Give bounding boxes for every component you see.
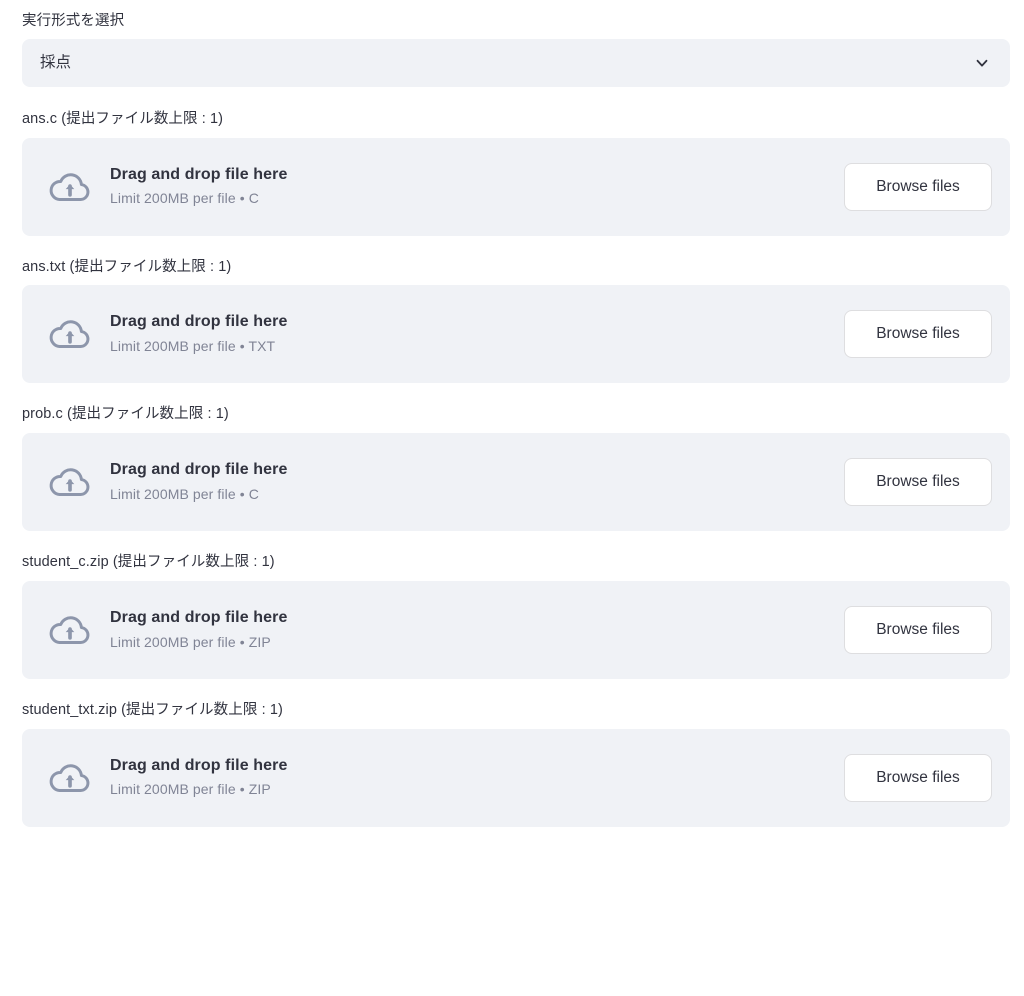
file-dropzone[interactable]: Drag and drop file here Limit 200MB per … [22,433,1010,531]
file-uploader-label: ans.txt (提出ファイル数上限 : 1) [22,258,232,275]
file-uploader-list: ans.c (提出ファイル数上限 : 1) Drag and drop file… [0,109,1024,848]
dropzone-limit-text: Limit 200MB per file • ZIP [110,633,271,650]
dropzone-limit-text: Limit 200MB per file • C [110,485,259,502]
dropzone-title: Drag and drop file here [110,756,288,774]
dropzone-title: Drag and drop file here [110,608,288,626]
dropzone-text: Drag and drop file here Limit 200MB per … [104,164,844,210]
file-uploader-block-0: ans.c (提出ファイル数上限 : 1) Drag and drop file… [0,109,1024,257]
file-dropzone[interactable]: Drag and drop file here Limit 200MB per … [22,285,1010,384]
file-dropzone[interactable]: Drag and drop file here Limit 200MB per … [22,580,1010,679]
browse-files-button[interactable]: Browse files [844,605,992,654]
cloud-upload-icon [44,752,96,804]
dropzone-limit-text: Limit 200MB per file • ZIP [110,781,271,798]
execution-mode-selected-value: 採点 [40,54,72,71]
dropzone-limit-text: Limit 200MB per file • TXT [110,338,276,355]
file-uploader-block-4: student_txt.zip (提出ファイル数上限 : 1) Drag and… [0,700,1024,848]
dropzone-limit-text: Limit 200MB per file • C [110,190,259,207]
dropzone-text: Drag and drop file here Limit 200MB per … [104,755,844,801]
execution-mode-select-block: 実行形式を選択 採点 [0,0,1024,87]
file-uploader-label: student_c.zip (提出ファイル数上限 : 1) [22,554,275,570]
dropzone-text: Drag and drop file here Limit 200MB per … [104,607,844,653]
file-uploader-block-2: prob.c (提出ファイル数上限 : 1) Drag and drop fil… [0,404,1024,552]
dropzone-title: Drag and drop file here [110,165,288,183]
cloud-upload-icon [44,604,96,656]
dropzone-title: Drag and drop file here [110,313,288,331]
browse-files-button[interactable]: Browse files [844,162,992,211]
browse-files-button[interactable]: Browse files [844,753,992,802]
file-dropzone[interactable]: Drag and drop file here Limit 200MB per … [22,137,1010,236]
file-uploader-label: student_txt.zip (提出ファイル数上限 : 1) [22,701,283,718]
file-uploader-label: ans.c (提出ファイル数上限 : 1) [22,110,224,127]
file-uploader-block-3: student_c.zip (提出ファイル数上限 : 1) Drag and d… [0,552,1024,700]
file-uploader-label: prob.c (提出ファイル数上限 : 1) [22,406,229,423]
cloud-upload-icon [44,161,96,213]
cloud-upload-icon [44,456,96,508]
file-uploader-block-1: ans.txt (提出ファイル数上限 : 1) Drag and drop fi… [0,257,1024,405]
app-container: 実行形式を選択 採点 ans.c (提出ファイル数上限 : 1) Drag an… [0,0,1024,848]
file-dropzone[interactable]: Drag and drop file here Limit 200MB per … [22,728,1010,827]
dropzone-text: Drag and drop file here Limit 200MB per … [104,311,844,357]
dropzone-text: Drag and drop file here Limit 200MB per … [104,459,844,505]
cloud-upload-icon [44,308,96,360]
browse-files-button[interactable]: Browse files [844,458,992,506]
chevron-down-icon[interactable] [972,53,992,73]
execution-mode-select[interactable]: 採点 [22,38,1010,87]
execution-mode-label: 実行形式を選択 [22,13,125,29]
dropzone-title: Drag and drop file here [110,461,288,479]
browse-files-button[interactable]: Browse files [844,310,992,359]
